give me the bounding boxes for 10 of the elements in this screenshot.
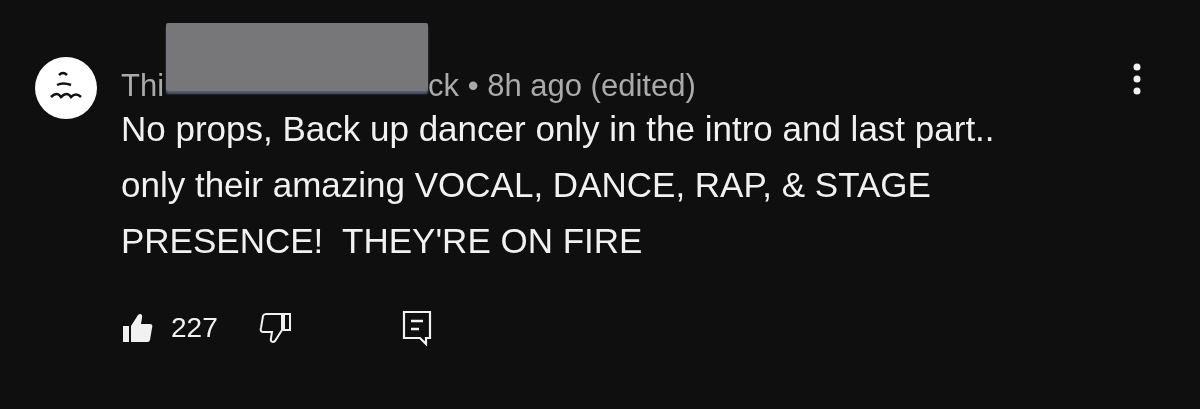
comment-text: No props, Back up dancer only in the intro and last part.. only their amazing VOCAL, DANCE, RAP, & STAGE PRESENCE! THEY'RE ON FIRE bbox=[121, 108, 996, 262]
dislike-button[interactable] bbox=[257, 312, 292, 344]
like-count: 227 bbox=[171, 311, 218, 345]
separator-dot: • bbox=[467, 68, 479, 103]
like-button[interactable] bbox=[121, 312, 155, 344]
author-name[interactable]: ck bbox=[428, 68, 460, 103]
author-name[interactable]: Thi bbox=[121, 68, 165, 103]
reply-icon[interactable] bbox=[401, 310, 432, 346]
timestamp: 8h ago (edited) bbox=[487, 68, 696, 103]
avatar-icon[interactable] bbox=[35, 57, 97, 119]
